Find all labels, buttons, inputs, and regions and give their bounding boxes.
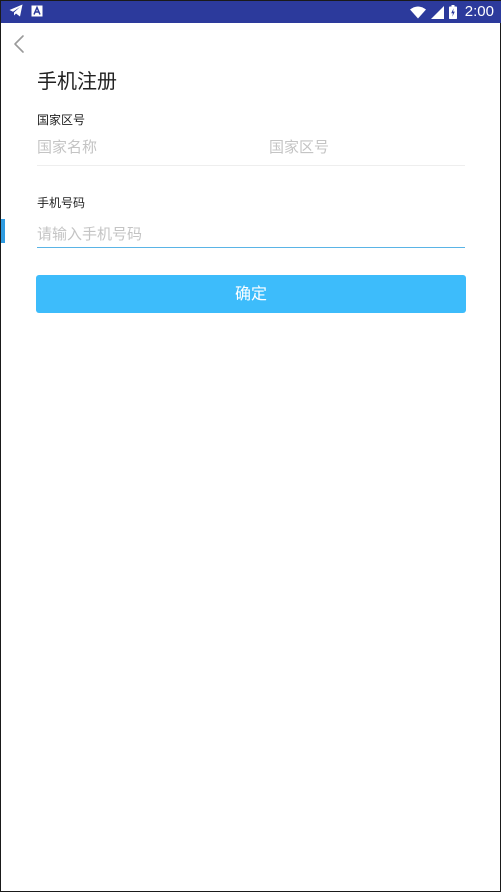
country-code-field[interactable]: 国家区号	[269, 137, 329, 157]
status-right-icons: 2:00	[409, 3, 494, 21]
country-name-field[interactable]: 国家名称	[37, 137, 97, 157]
notification-a-icon	[31, 5, 43, 17]
cellular-signal-icon	[430, 5, 444, 19]
chevron-left-icon	[9, 33, 31, 55]
wifi-icon	[409, 6, 426, 19]
battery-charging-icon	[448, 5, 457, 19]
page-title: 手机注册	[37, 69, 117, 93]
telegram-icon	[9, 4, 23, 17]
country-selector[interactable]: 国家名称 国家区号	[37, 133, 465, 166]
status-time: 2:00	[464, 3, 494, 20]
phone-number-label: 手机号码	[37, 196, 86, 210]
country-code-label: 国家区号	[37, 113, 86, 127]
back-button[interactable]	[9, 33, 31, 55]
confirm-button[interactable]: 确定	[36, 275, 466, 313]
status-left-icons	[9, 4, 43, 17]
status-bar: 2:00	[1, 1, 501, 23]
phone-number-input[interactable]	[37, 220, 465, 248]
input-focus-indicator	[1, 219, 5, 243]
